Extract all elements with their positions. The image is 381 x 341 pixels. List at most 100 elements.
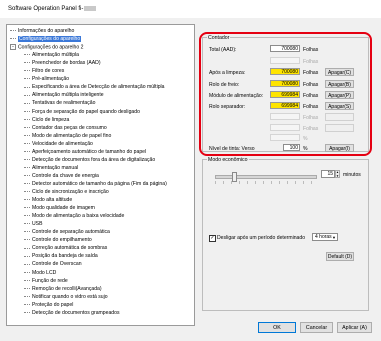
tree-item-label: Modo LCD bbox=[32, 269, 57, 276]
tree-item-label: Correção automática de sombras bbox=[32, 245, 108, 252]
tree-item[interactable]: Pré-alimentação bbox=[24, 76, 69, 82]
economy-slider-ticks bbox=[215, 181, 315, 184]
tree-item-label: Proteção do papel bbox=[32, 301, 74, 308]
tree-item[interactable]: Controle do empilhamento bbox=[24, 237, 92, 243]
tree-item[interactable]: Detecção de documentos fora da área de d… bbox=[24, 157, 155, 163]
tree-item[interactable]: Filtro de cores bbox=[24, 68, 64, 74]
tree-connector bbox=[24, 279, 30, 281]
tree-item[interactable]: Velocidade de alimentação bbox=[24, 141, 93, 147]
tree-item[interactable]: Alimentação múltipla inteligente bbox=[24, 92, 104, 98]
tree-item[interactable]: Correção automática de sombras bbox=[24, 245, 107, 251]
tree-item[interactable]: Detecção de documentos grampeados bbox=[24, 310, 120, 316]
tree-connector bbox=[24, 255, 30, 257]
tree-connector bbox=[24, 134, 30, 136]
window-title: Software Operation Panel fi- bbox=[8, 6, 97, 12]
tree-item-label: USB bbox=[32, 221, 43, 228]
tree-item-label: Preenchedor de bordas (AAD) bbox=[32, 60, 101, 67]
tree-item[interactable]: Força de separação do papel quando desli… bbox=[24, 109, 140, 115]
tree-connector bbox=[24, 231, 30, 233]
tree-item[interactable]: Alimentação múltipla bbox=[24, 52, 79, 58]
tree-item-label: Pré-alimentação bbox=[32, 76, 70, 83]
redacted-model bbox=[84, 6, 97, 11]
tree-connector bbox=[24, 199, 30, 201]
tree-item[interactable]: Modo alta altitude bbox=[24, 197, 72, 203]
tree-connector bbox=[24, 175, 30, 177]
collapse-icon[interactable]: − bbox=[10, 44, 16, 51]
shutdown-checkbox[interactable]: ✓ bbox=[209, 235, 216, 242]
tree-item[interactable]: Detector automático de tamanho da página… bbox=[24, 181, 167, 187]
tree-item-label: Detecção de documentos fora da área de d… bbox=[32, 156, 156, 163]
tree-connector bbox=[24, 271, 30, 273]
tree-item-label: Controle do empilhamento bbox=[32, 237, 92, 244]
tree-item[interactable]: Preenchedor de bordas (AAD) bbox=[24, 60, 101, 66]
software-operation-panel-window: Software Operation Panel fi- Informações… bbox=[0, 0, 381, 341]
tree-item[interactable]: Remoção de recolli(Avançada) bbox=[24, 286, 102, 292]
tree-connector bbox=[24, 183, 30, 185]
settings-tree[interactable]: Informações do aparelho Configurações do … bbox=[6, 24, 195, 326]
minutes-unit: minutos bbox=[343, 172, 361, 178]
tree-connector bbox=[10, 30, 16, 32]
title-bar: Software Operation Panel fi- bbox=[0, 0, 381, 18]
chevron-down-icon: ▼ bbox=[332, 235, 336, 240]
tree-item[interactable]: Especificando a área de Detecção de alim… bbox=[24, 84, 165, 90]
tree-item-label: Configurações do aparelho bbox=[18, 36, 82, 43]
tree-item-label: Especificando a área de Detecção de alim… bbox=[32, 84, 165, 91]
tree-item-label: Detector automático de tamanho da página… bbox=[32, 180, 167, 187]
ok-button[interactable]: OK bbox=[258, 322, 296, 333]
shutdown-period-select[interactable]: 4 horas ▼ bbox=[312, 233, 338, 241]
tree-connector bbox=[24, 102, 30, 104]
tree-item-label: Força de separação do papel quando desli… bbox=[32, 108, 140, 115]
tree-item[interactable]: Controle de Overscan bbox=[24, 261, 82, 267]
economy-slider-track[interactable] bbox=[215, 175, 317, 179]
tree-item-label: Alimentação manual bbox=[32, 164, 79, 171]
tree-item[interactable]: Modo de alimentação a baixa velocidade bbox=[24, 213, 124, 219]
tree-connector bbox=[24, 311, 30, 313]
tree-connector bbox=[24, 54, 30, 56]
tree-item-label: Modo alta altitude bbox=[32, 197, 73, 204]
tree-connector bbox=[24, 110, 30, 112]
tree-item[interactable]: Configurações do aparelho bbox=[10, 36, 82, 43]
tree-item[interactable]: Controle da chave de energia bbox=[24, 173, 99, 179]
tree-item[interactable]: Modo LCD bbox=[24, 270, 56, 276]
minutes-input[interactable]: 15 bbox=[321, 170, 335, 178]
tree-item[interactable]: Tentativas de realimentação bbox=[24, 100, 95, 106]
apply-button[interactable]: Aplicar (A) bbox=[337, 322, 372, 333]
tree-item[interactable]: Proteção do papel bbox=[24, 302, 73, 308]
tree-item-label: Detecção de documentos grampeados bbox=[32, 309, 120, 316]
economy-group-title: Modo econômico bbox=[207, 157, 249, 163]
default-button[interactable]: Default (D) bbox=[326, 252, 354, 261]
tree-connector bbox=[24, 78, 30, 80]
tree-item[interactable]: Notificar quando o vidro está sujo bbox=[24, 294, 108, 300]
tree-item-label: Ciclo de sincronização e inscrição bbox=[32, 189, 109, 195]
tree-item[interactable]: Ciclo de sincronização e inscrição bbox=[24, 189, 109, 195]
tree-item[interactable]: Controle de separação automática bbox=[24, 229, 110, 235]
tree-item[interactable]: Alimentação manual bbox=[24, 165, 78, 171]
tree-item[interactable]: Função de rede bbox=[24, 278, 68, 284]
tree-item[interactable]: Ciclo de limpeza bbox=[24, 117, 69, 123]
tree-item[interactable]: − Configurações do aparelho 2 bbox=[10, 44, 83, 50]
tree-item-label: Contador das peças de consumo bbox=[32, 124, 107, 131]
tree-connector bbox=[24, 287, 30, 289]
tree-item[interactable]: Informações do aparelho bbox=[10, 28, 74, 34]
tree-item[interactable]: Contador das peças de consumo bbox=[24, 125, 107, 131]
tree-item[interactable]: Aperfeiçoamento automático de tamanho do… bbox=[24, 149, 146, 155]
tree-item-label: Tentativas de realimentação bbox=[32, 100, 96, 107]
tree-item-label: Controle de separação automática bbox=[32, 229, 110, 236]
tree-item[interactable]: Modo qualidade de imagem bbox=[24, 205, 95, 211]
tree-item-label: Informações do aparelho bbox=[18, 28, 75, 34]
tree-connector bbox=[10, 38, 16, 40]
tree-item[interactable]: USB bbox=[24, 221, 42, 227]
tree-item[interactable]: Modo de alimentação de papel fino bbox=[24, 133, 111, 139]
tree-connector bbox=[24, 223, 30, 225]
tree-connector bbox=[24, 263, 30, 265]
cancel-button[interactable]: Cancelar bbox=[300, 322, 333, 333]
tree-connector bbox=[24, 295, 30, 297]
tree-item-label: Posição da bandeja de saída bbox=[32, 253, 98, 260]
tree-item-label: Função de rede bbox=[32, 277, 68, 284]
minutes-spinner[interactable]: ▲ ▼ bbox=[335, 170, 340, 178]
tree-connector bbox=[24, 167, 30, 168]
tree-item[interactable]: Posição da bandeja de saída bbox=[24, 253, 98, 259]
tree-item-label: Alimentação múltipla bbox=[32, 52, 79, 59]
tree-connector bbox=[24, 62, 30, 64]
tree-connector bbox=[24, 215, 30, 217]
